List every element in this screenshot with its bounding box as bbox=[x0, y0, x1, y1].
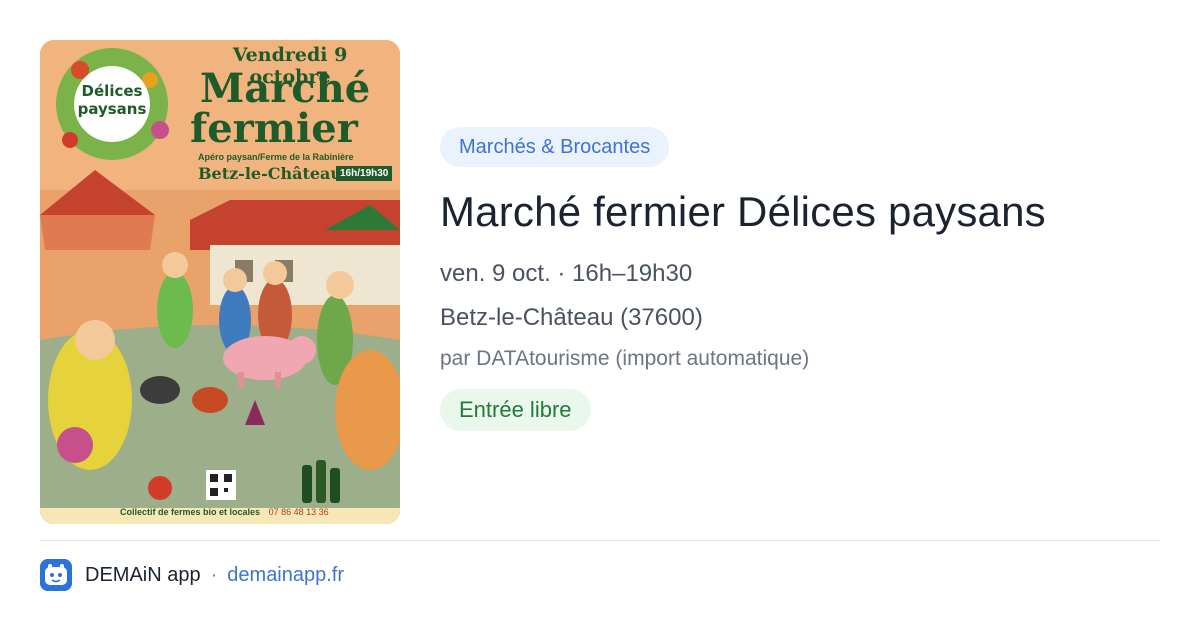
poster-collective: Collectif de fermes bio et locales 07 86… bbox=[120, 507, 329, 517]
footer-separator: · bbox=[210, 563, 218, 586]
poster-badge-1: Délices bbox=[81, 82, 143, 100]
event-details: Marchés & Brocantes Marché fermier Délic… bbox=[440, 127, 1160, 431]
event-datetime: ven. 9 oct. · 16h–19h30 bbox=[440, 260, 693, 287]
category-chip[interactable]: Marchés & Brocantes bbox=[440, 127, 670, 167]
share-card: Vendredi 9 octobre Marché fermier Délice… bbox=[0, 0, 1200, 630]
footer-divider bbox=[40, 540, 1160, 541]
poster-headline-2: fermier bbox=[190, 105, 358, 152]
poster-badge-2: paysans bbox=[77, 100, 147, 118]
price-chip: Entrée libre bbox=[440, 389, 591, 431]
app-domain-link[interactable]: demainapp.fr bbox=[227, 564, 344, 587]
poster-phone: 07 86 48 13 36 bbox=[268, 507, 329, 517]
event-title[interactable]: Marché fermier Délices paysans bbox=[440, 187, 1160, 237]
poster-hours: 16h/19h30 bbox=[336, 166, 393, 181]
event-location: Betz-le-Château (37600) bbox=[440, 304, 703, 331]
poster-collective-text: Collectif de fermes bio et locales bbox=[120, 507, 261, 517]
event-poster-image[interactable]: Vendredi 9 octobre Marché fermier Délice… bbox=[40, 40, 400, 524]
poster-headline-1: Marché bbox=[200, 65, 371, 112]
poster-subtitle: Apéro paysan/Ferme de la Rabinière bbox=[198, 152, 354, 162]
event-source: par DATAtourisme (import automatique) bbox=[440, 347, 810, 370]
demain-app-icon[interactable] bbox=[40, 559, 72, 591]
app-name: DEMAiN app bbox=[85, 563, 201, 586]
footer: DEMAiN app · demainapp.fr bbox=[40, 558, 344, 592]
poster-town: Betz-le-Château bbox=[198, 164, 343, 183]
